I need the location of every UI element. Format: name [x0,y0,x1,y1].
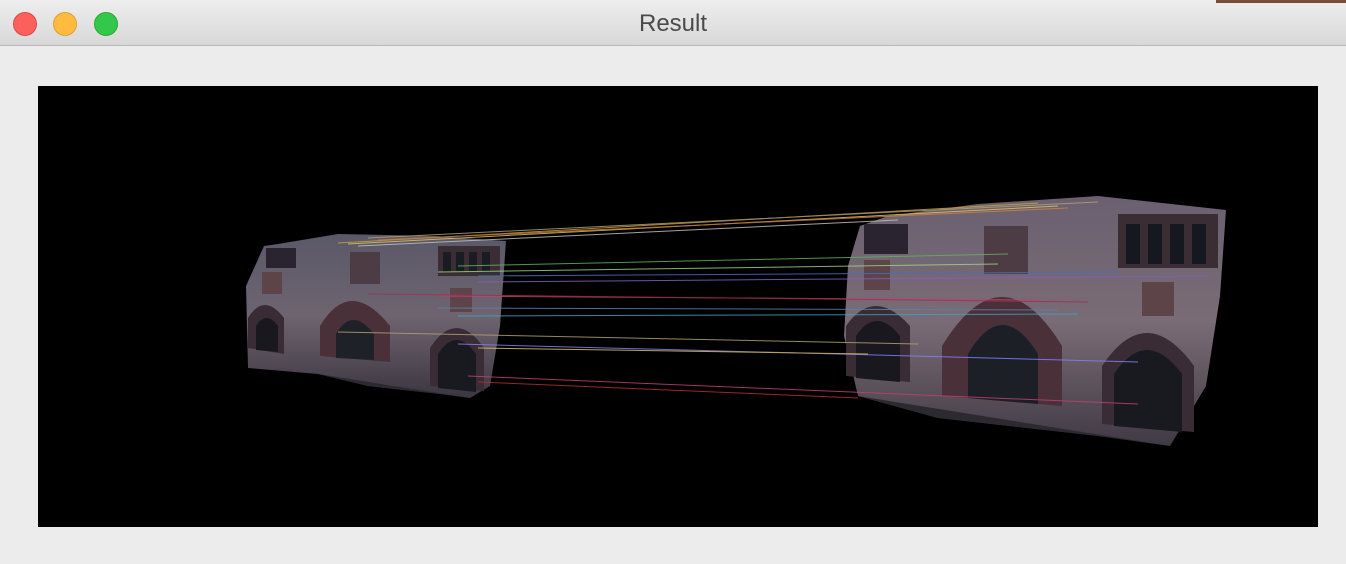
title-bar[interactable]: Result [0,0,1346,46]
app-window: Result [0,0,1346,564]
feature-matches-image [246,196,1226,446]
right-image [844,196,1226,446]
result-image [38,86,1318,527]
background-edge [1216,0,1346,3]
window-title: Result [638,10,708,37]
